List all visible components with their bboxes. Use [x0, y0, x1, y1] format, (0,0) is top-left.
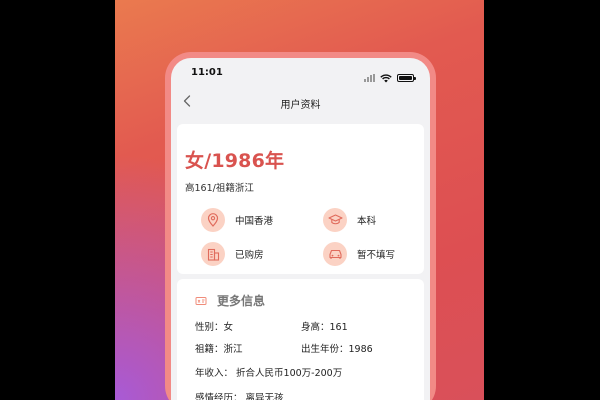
info-height: 身高：161 [301, 322, 348, 333]
car-icon [323, 242, 347, 266]
battery-icon [397, 73, 416, 82]
more-info-title: 更多信息 [217, 294, 266, 308]
wifi-icon [380, 68, 392, 87]
status-time: 11:01 [191, 67, 223, 78]
battery-fill [399, 75, 412, 80]
info-relationship: 感情经历： 离异无孩 [195, 393, 284, 400]
building-icon [201, 242, 225, 266]
tag-label: 已购房 [235, 250, 264, 261]
info-origin: 祖籍：浙江 [195, 344, 243, 355]
location-pin-icon [201, 208, 225, 232]
id-card-icon [195, 291, 207, 310]
profile-card: 女/1986年 高161/祖籍浙江 中国香港 本科 已购房 暂不填写 [177, 124, 424, 274]
profile-headline: 女/1986年 [185, 150, 285, 172]
status-icons [364, 68, 416, 87]
more-info-header: 更多信息 [195, 291, 265, 310]
tag-label: 本科 [357, 216, 377, 227]
nav-title: 用户资料 [280, 100, 321, 111]
info-income: 年收入： 折合人民币100万-200万 [195, 368, 343, 379]
profile-subline: 高161/祖籍浙江 [185, 183, 254, 194]
tag-housing: 已购房 [201, 242, 264, 266]
graduation-cap-icon [323, 208, 347, 232]
tag-label: 中国香港 [235, 216, 274, 227]
nav-bar: 用户资料 [171, 86, 430, 118]
cellular-signal-icon [364, 73, 375, 82]
phone-frame: 11:01 用户资料 女/1986年 高161/祖籍浙江 中国香港 本科 已购房… [165, 52, 436, 400]
tag-label: 暂不填写 [357, 250, 396, 261]
info-birth-year: 出生年份：1986 [301, 344, 373, 355]
status-bar: 11:01 [171, 58, 430, 86]
info-gender: 性别：女 [195, 322, 234, 333]
app-screen: 11:01 用户资料 女/1986年 高161/祖籍浙江 中国香港 本科 已购房… [171, 58, 430, 400]
background: 11:01 用户资料 女/1986年 高161/祖籍浙江 中国香港 本科 已购房… [115, 0, 484, 400]
tag-car: 暂不填写 [323, 242, 395, 266]
tag-education: 本科 [323, 208, 376, 232]
more-info-card: 更多信息 性别：女 身高：161 祖籍：浙江 出生年份：1986 年收入： 折合… [177, 279, 424, 400]
tag-location: 中国香港 [201, 208, 273, 232]
